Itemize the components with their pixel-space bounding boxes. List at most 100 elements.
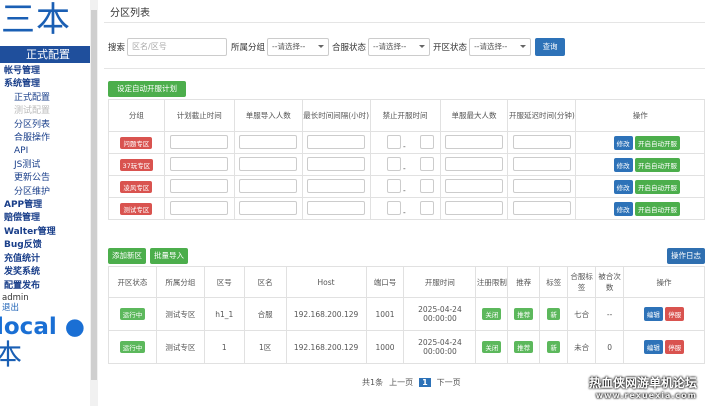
sidebar-item[interactable]: 赔偿管理 bbox=[0, 212, 96, 225]
reg-limit-badge[interactable]: 关闭 bbox=[482, 341, 502, 353]
forbid-end-input[interactable] bbox=[420, 200, 435, 215]
sidebar-item[interactable]: 充值统计 bbox=[0, 253, 96, 266]
open-label: 开区状态 bbox=[433, 43, 468, 53]
edit-button[interactable]: 修改 bbox=[613, 179, 633, 194]
open-select[interactable]: --请选择-- bbox=[469, 38, 532, 56]
merge-tag-cell: 七合 bbox=[567, 297, 597, 331]
sidebar-item[interactable]: JS测试 bbox=[0, 159, 96, 172]
stop-button[interactable]: 停服 bbox=[665, 340, 685, 354]
sidebar-item[interactable]: 配置发布 bbox=[0, 280, 96, 293]
sidebar-item[interactable]: 分区列表 bbox=[0, 119, 96, 132]
auto-open-button[interactable]: 开启自动开服 bbox=[635, 157, 680, 172]
sidebar-item[interactable]: 正式配置 bbox=[0, 92, 96, 105]
auto-plan-button[interactable]: 设定自动开服计划 bbox=[108, 81, 186, 97]
deadline-input[interactable] bbox=[170, 134, 229, 149]
edit-button[interactable]: 修改 bbox=[613, 135, 633, 150]
sidebar-item[interactable]: Walter管理 bbox=[0, 226, 96, 239]
scrollbar-thumb[interactable] bbox=[91, 10, 97, 380]
add-server-button[interactable]: 添加新区 bbox=[108, 248, 146, 264]
server-header: 标签 bbox=[539, 266, 569, 298]
import-count-input[interactable] bbox=[239, 134, 298, 149]
recommend-badge[interactable]: 推荐 bbox=[514, 341, 534, 353]
edit-button[interactable]: 编辑 bbox=[643, 340, 663, 354]
server-header: 开服时间 bbox=[403, 266, 477, 298]
sidebar-item[interactable]: API bbox=[0, 145, 96, 158]
watermark: 热血侠网游单机论坛 www.rexuexia.com bbox=[589, 374, 697, 400]
sidebar-item[interactable]: 分区维护 bbox=[0, 186, 96, 199]
sidebar-item[interactable]: 发奖系统 bbox=[0, 266, 96, 279]
import-count-input[interactable] bbox=[239, 178, 298, 193]
group-cell: 测试专区 bbox=[155, 330, 205, 364]
forbid-end-input[interactable] bbox=[420, 134, 435, 149]
dash: - bbox=[403, 141, 406, 151]
merge-select[interactable]: --请选择-- bbox=[368, 38, 431, 56]
sidebar-item[interactable]: Bug反馈 bbox=[0, 239, 96, 252]
dash: - bbox=[403, 163, 406, 173]
delay-input[interactable] bbox=[512, 134, 571, 149]
max-users-input[interactable] bbox=[444, 156, 503, 171]
recommend-badge[interactable]: 推荐 bbox=[514, 308, 534, 320]
forbid-start-input[interactable] bbox=[386, 200, 401, 215]
group-select[interactable]: --请选择-- bbox=[267, 38, 330, 56]
auto-open-button[interactable]: 开启自动开服 bbox=[635, 179, 680, 194]
plan-row: 问题专区 - 修改 开启自动开服 bbox=[108, 131, 705, 154]
pager-prev[interactable]: 上一页 bbox=[389, 377, 413, 388]
forbid-start-input[interactable] bbox=[386, 178, 401, 193]
sidebar-scrollbar[interactable] bbox=[90, 0, 98, 406]
sidebar-item[interactable]: 合服操作 bbox=[0, 132, 96, 145]
env-badge[interactable]: 正式配置 bbox=[0, 46, 96, 63]
max-users-input[interactable] bbox=[444, 200, 503, 215]
sidebar-item[interactable]: APP管理 bbox=[0, 199, 96, 212]
forbid-end-input[interactable] bbox=[420, 156, 435, 171]
edit-button[interactable]: 修改 bbox=[613, 201, 633, 216]
forbid-end-input[interactable] bbox=[420, 178, 435, 193]
sidebar-item[interactable]: 系统管理 bbox=[0, 78, 96, 91]
stop-button[interactable]: 停服 bbox=[665, 307, 685, 321]
group-tag: 问题专区 bbox=[120, 136, 153, 149]
tag-badge[interactable]: 新 bbox=[547, 308, 560, 320]
interval-input[interactable] bbox=[307, 156, 366, 171]
reg-limit-badge[interactable]: 关闭 bbox=[482, 308, 502, 320]
divider bbox=[104, 68, 705, 69]
edit-button[interactable]: 修改 bbox=[613, 157, 633, 172]
delay-input[interactable] bbox=[512, 156, 571, 171]
import-count-input[interactable] bbox=[239, 200, 298, 215]
dash: - bbox=[403, 185, 406, 195]
pager-current[interactable]: 1 bbox=[419, 378, 431, 387]
dash: - bbox=[403, 207, 406, 217]
merge-count-cell: -- bbox=[595, 297, 625, 331]
tag-badge[interactable]: 新 bbox=[547, 341, 560, 353]
forbid-start-input[interactable] bbox=[386, 134, 401, 149]
operation-log-button[interactable]: 操作日志 bbox=[667, 248, 705, 264]
interval-input[interactable] bbox=[307, 134, 366, 149]
delay-input[interactable] bbox=[512, 178, 571, 193]
import-count-input[interactable] bbox=[239, 156, 298, 171]
logout-link[interactable]: 退出 bbox=[0, 303, 96, 313]
status-badge: 运行中 bbox=[119, 341, 146, 353]
deadline-input[interactable] bbox=[170, 156, 229, 171]
max-users-input[interactable] bbox=[444, 178, 503, 193]
app-logo: 三本 bbox=[1, 0, 71, 40]
sidebar-item[interactable]: 帐号管理 bbox=[0, 65, 96, 78]
auto-open-button[interactable]: 开启自动开服 bbox=[635, 135, 680, 150]
deadline-input[interactable] bbox=[170, 200, 229, 215]
forbid-start-input[interactable] bbox=[386, 156, 401, 171]
sidebar-item[interactable]: 更新公告 bbox=[0, 172, 96, 185]
interval-input[interactable] bbox=[307, 200, 366, 215]
batch-import-button[interactable]: 批量导入 bbox=[150, 248, 188, 264]
plan-header: 单服导入人数 bbox=[233, 99, 303, 132]
sidebar-item[interactable]: 测试配置 bbox=[0, 105, 96, 118]
user-name: admin bbox=[2, 292, 29, 303]
merge-count-cell: 0 bbox=[595, 330, 625, 364]
max-users-input[interactable] bbox=[444, 134, 503, 149]
search-input[interactable]: 区名/区号 bbox=[127, 38, 228, 56]
pager-next[interactable]: 下一页 bbox=[437, 377, 461, 388]
query-button[interactable]: 查询 bbox=[535, 38, 566, 56]
auto-open-button[interactable]: 开启自动开服 bbox=[635, 201, 680, 216]
deadline-input[interactable] bbox=[170, 178, 229, 193]
server-header: 操作 bbox=[623, 266, 705, 298]
edit-button[interactable]: 编辑 bbox=[643, 307, 663, 321]
interval-input[interactable] bbox=[307, 178, 366, 193]
delay-input[interactable] bbox=[512, 200, 571, 215]
server-header: 推荐 bbox=[507, 266, 541, 298]
